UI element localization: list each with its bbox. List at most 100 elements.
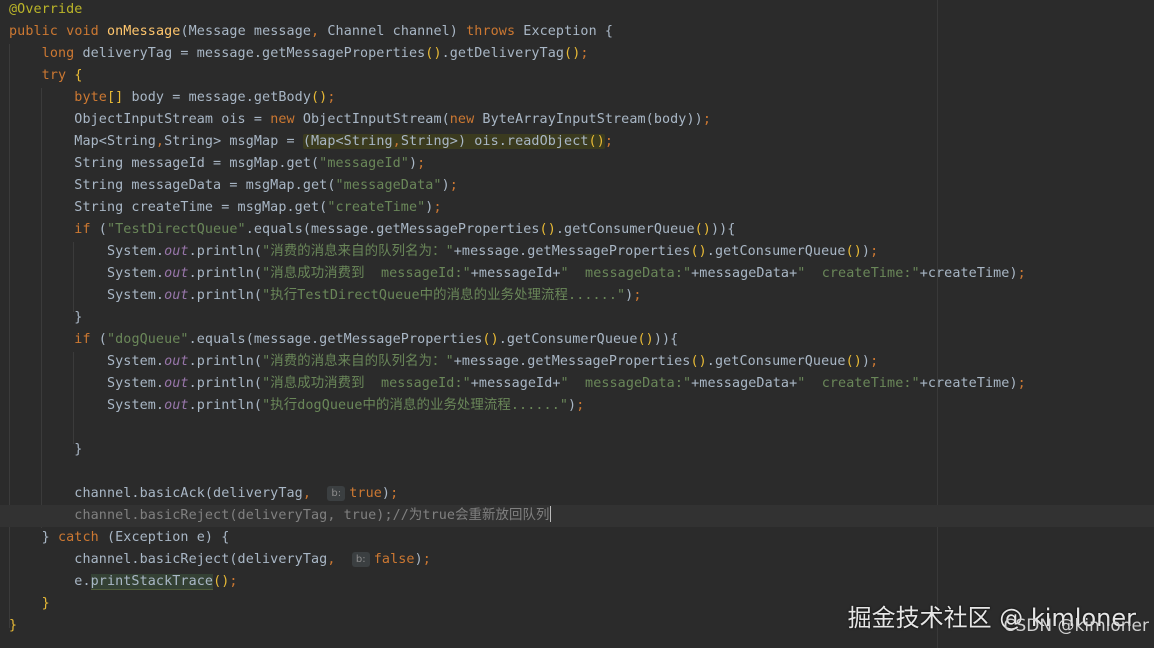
- code-text: .getConsumerQueue: [706, 244, 846, 259]
- code-text: String>): [400, 134, 467, 149]
- static-field: out: [164, 266, 189, 281]
- string-literal: "消息成功消费到 messageId:": [262, 376, 471, 391]
- punctuation: ,: [327, 552, 336, 567]
- code-line[interactable]: e.printStackTrace();: [9, 571, 238, 593]
- code-line[interactable]: System.out.println("消费的消息来自的队列名为："+messa…: [9, 241, 878, 263]
- code-line[interactable]: System.out.println("消息成功消费到 messageId:"+…: [9, 263, 1026, 285]
- parens: (): [311, 90, 328, 105]
- code-text: .println(: [188, 376, 263, 391]
- code-line[interactable]: }: [9, 307, 82, 329]
- warning-highlight[interactable]: printStackTrace: [90, 574, 214, 590]
- code-line[interactable]: System.out.println("消息成功消费到 messageId:"+…: [9, 373, 1026, 395]
- punctuation: ,: [302, 486, 312, 501]
- code-line[interactable]: long deliveryTag = message.getMessagePro…: [9, 43, 589, 65]
- semicolon: ;: [1017, 376, 1026, 391]
- code-text: .println(: [188, 266, 263, 281]
- keyword: byte: [74, 90, 107, 105]
- parens: (): [845, 244, 862, 259]
- code-line[interactable]: try {: [9, 65, 83, 87]
- parens: (): [845, 354, 862, 369]
- code-line[interactable]: public void onMessage(Message message, C…: [9, 21, 613, 43]
- code-text: (: [90, 332, 107, 347]
- code-line[interactable]: String createTime = msgMap.get("createTi…: [9, 197, 442, 219]
- keyword: if: [74, 332, 91, 347]
- csdn-watermark: CSDN @kimloner: [1003, 616, 1149, 636]
- code-text: System.: [106, 354, 165, 369]
- code-line[interactable]: if ("TestDirectQueue".equals(message.get…: [9, 219, 735, 241]
- code-line[interactable]: byte[] body = message.getBody();: [9, 87, 336, 109]
- code-line[interactable]: channel.basicReject(deliveryTag, true);/…: [9, 505, 551, 527]
- annotation: @Override: [9, 2, 83, 17]
- code-text: String> msgMap =: [164, 134, 303, 149]
- code-text: .getDeliveryTag: [441, 46, 565, 61]
- code-line[interactable]: channel.basicReject(deliveryTag, b: false…: [9, 549, 431, 571]
- code-text: String messageData = msgMap.get(: [74, 178, 336, 193]
- static-field: out: [164, 244, 189, 259]
- semicolon: ;: [449, 178, 458, 193]
- code-text: channel.basicReject(deliveryTag: [74, 552, 328, 567]
- code-line[interactable]: System.out.println("消费的消息来自的队列名为："+messa…: [9, 351, 878, 373]
- code-editor[interactable]: @Override public void onMessage(Message …: [0, 0, 1154, 648]
- right-margin-guide: [937, 0, 938, 648]
- code-line[interactable]: String messageId = msgMap.get("messageId…: [9, 153, 425, 175]
- code-line[interactable]: System.out.println("执行dogQueue中的消息的业务处理流…: [9, 395, 584, 417]
- string-literal: " messageData:": [560, 376, 692, 391]
- code-line[interactable]: System.out.println("执行TestDirectQueue中的消…: [9, 285, 642, 307]
- parens: (): [637, 332, 654, 347]
- code-line[interactable]: } catch (Exception e) {: [9, 527, 230, 549]
- code-text: .println(: [188, 244, 263, 259]
- code-text: ): [568, 398, 577, 413]
- code-text: deliveryTag = message.getMessageProperti…: [74, 46, 426, 61]
- parameter-hint: b:: [327, 486, 346, 501]
- string-literal: "消息成功消费到 messageId:": [262, 266, 471, 281]
- brackets: []: [106, 90, 124, 105]
- string-literal: "messageData": [335, 178, 442, 193]
- code-text: +messageData+: [691, 376, 798, 391]
- static-field: out: [164, 398, 189, 413]
- semicolon: ;: [327, 90, 336, 105]
- keyword: void: [66, 24, 99, 39]
- unchecked-cast-highlight[interactable]: (Map<String,String>) ois.readObject(): [302, 134, 605, 149]
- code-text: +messageId+: [470, 376, 561, 391]
- string-literal: "消费的消息来自的队列名为：": [262, 244, 454, 259]
- string-literal: "消费的消息来自的队列名为：": [262, 354, 454, 369]
- semicolon: ;: [604, 134, 614, 149]
- keyword: true: [349, 486, 382, 501]
- method-name: onMessage: [106, 24, 181, 39]
- code-line[interactable]: Map<String,String> msgMap = (Map<String,…: [9, 131, 613, 153]
- code-line[interactable]: }: [9, 593, 50, 615]
- string-literal: " createTime:": [797, 266, 920, 281]
- semicolon: ;: [422, 552, 431, 567]
- code-text: String messageId = msgMap.get(: [74, 156, 320, 171]
- code-line[interactable]: channel.basicAck(deliveryTag, b: true);: [9, 483, 398, 505]
- parens: (): [425, 46, 442, 61]
- code-line[interactable]: }: [9, 615, 17, 637]
- code-text: Exception {: [515, 24, 614, 39]
- string-literal: "createTime": [327, 200, 426, 215]
- punctuation: ,: [392, 134, 401, 149]
- string-literal: "执行TestDirectQueue中的消息的业务处理流程......": [262, 288, 626, 303]
- code-text: .println(: [188, 354, 263, 369]
- code-text: .println(: [188, 398, 263, 413]
- code-line[interactable]: if ("dogQueue".equals(message.getMessage…: [9, 329, 678, 351]
- code-text: System.: [106, 266, 165, 281]
- code-text: ): [414, 552, 423, 567]
- code-line[interactable]: String messageData = msgMap.get("message…: [9, 175, 458, 197]
- code-text: .getConsumerQueue: [706, 354, 846, 369]
- string-literal: "messageId": [319, 156, 409, 171]
- code-text: ois.readObject: [466, 134, 589, 149]
- code-text: System.: [106, 244, 165, 259]
- static-field: out: [164, 354, 189, 369]
- code-text: ObjectInputStream ois =: [74, 112, 271, 127]
- code-line[interactable]: }: [9, 439, 82, 461]
- code-line[interactable]: ObjectInputStream ois = new ObjectInputS…: [9, 109, 711, 131]
- code-text: ): [381, 486, 391, 501]
- keyword: throws: [466, 24, 516, 39]
- semicolon: ;: [870, 244, 879, 259]
- text-caret: [549, 506, 551, 522]
- keyword: public: [9, 24, 58, 39]
- code-line[interactable]: @Override: [9, 0, 82, 21]
- code-text: ): [861, 354, 871, 369]
- string-literal: "dogQueue": [106, 332, 189, 347]
- code-text: ): [861, 244, 871, 259]
